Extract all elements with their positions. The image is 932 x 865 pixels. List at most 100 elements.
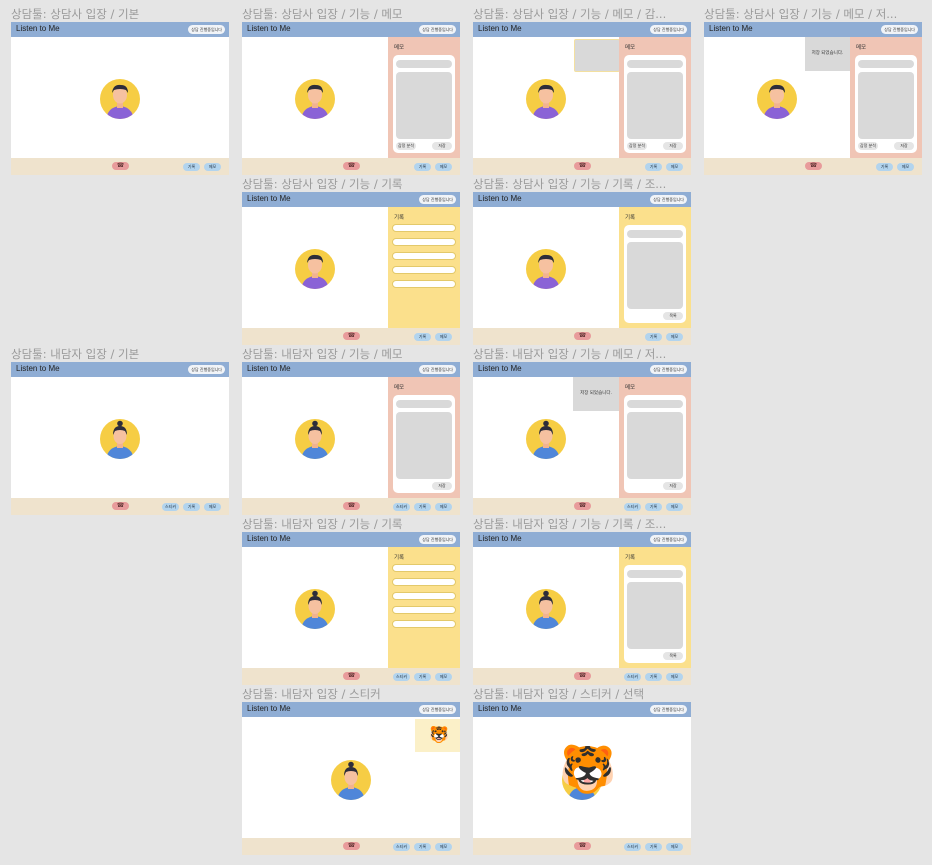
record-list-item[interactable] — [392, 620, 456, 628]
save-button[interactable]: 저장 — [894, 142, 914, 150]
memo-button[interactable]: 메모 — [666, 503, 683, 511]
memo-title-input[interactable] — [858, 60, 914, 68]
hangup-button[interactable]: ☎ — [112, 162, 129, 170]
bottom-toolbar: ☎ 기록 메모 — [11, 158, 229, 175]
hangup-button[interactable]: ☎ — [343, 672, 360, 680]
emotion-analysis-button[interactable]: 감정 분석 — [627, 142, 647, 150]
status-pill: 상담 진행중입니다 — [419, 535, 456, 544]
hangup-button[interactable]: ☎ — [343, 842, 360, 850]
record-list-item[interactable] — [392, 564, 456, 572]
counselor-avatar — [526, 249, 566, 289]
memo-title-input[interactable] — [396, 60, 452, 68]
save-button[interactable]: 저장 — [663, 142, 683, 150]
memo-body-input[interactable] — [396, 412, 452, 479]
record-list-item[interactable] — [392, 280, 456, 288]
record-button[interactable]: 기록 — [645, 843, 662, 851]
record-button[interactable]: 기록 — [876, 163, 893, 171]
record-list-item[interactable] — [392, 578, 456, 586]
memo-button[interactable]: 메모 — [666, 163, 683, 171]
memo-button[interactable]: 메모 — [435, 333, 452, 341]
memo-button[interactable]: 메모 — [435, 843, 452, 851]
memo-title: 메모 — [856, 45, 867, 51]
emotion-analysis-button[interactable]: 감정 분석 — [858, 142, 878, 150]
memo-title-input[interactable] — [627, 400, 683, 408]
memo-button[interactable]: 메모 — [666, 843, 683, 851]
record-button[interactable]: 기록 — [645, 503, 662, 511]
hangup-button[interactable]: ☎ — [343, 502, 360, 510]
memo-button[interactable]: 메모 — [204, 163, 221, 171]
frame-title: 상담툴: 상담사 입장 / 기능 / 기록 — [242, 177, 403, 191]
sticker-button[interactable]: 스티커 — [393, 843, 410, 851]
sticker-button[interactable]: 스티커 — [624, 503, 641, 511]
tiger-sticker-overlay-icon: 🐯 — [559, 742, 617, 796]
record-panel: 기록 — [388, 207, 460, 328]
memo-body-input[interactable] — [396, 72, 452, 139]
record-button[interactable]: 기록 — [414, 163, 431, 171]
memo-body-input[interactable] — [627, 412, 683, 479]
hangup-button[interactable]: ☎ — [574, 502, 591, 510]
save-button[interactable]: 저장 — [432, 482, 452, 490]
sticker-picker: 🐯 — [415, 719, 460, 752]
hangup-button[interactable]: ☎ — [343, 332, 360, 340]
hangup-button[interactable]: ☎ — [574, 842, 591, 850]
hangup-button[interactable]: ☎ — [574, 672, 591, 680]
memo-title: 메모 — [625, 45, 636, 51]
status-pill: 상담 진행중입니다 — [650, 535, 687, 544]
memo-button[interactable]: 메모 — [666, 673, 683, 681]
memo-button[interactable]: 메모 — [897, 163, 914, 171]
back-to-list-button[interactable]: 목록 — [663, 312, 683, 320]
memo-title-input[interactable] — [396, 400, 452, 408]
frame-title: 상담툴: 내담자 입장 / 스티커 — [242, 687, 381, 701]
saved-toast: 저장 되었습니다. — [573, 377, 619, 411]
record-button[interactable]: 기록 — [645, 333, 662, 341]
sticker-button[interactable]: 스티커 — [393, 673, 410, 681]
hangup-button[interactable]: ☎ — [574, 332, 591, 340]
app-title: Listen to Me — [16, 24, 60, 33]
hangup-button[interactable]: ☎ — [112, 502, 129, 510]
emotion-result-popup — [574, 39, 620, 72]
record-list-item[interactable] — [392, 252, 456, 260]
memo-button[interactable]: 메모 — [666, 333, 683, 341]
memo-title-input[interactable] — [627, 60, 683, 68]
client-sticker-selected-frame: Listen to Me 상담 진행중입니다 🐯 ☎ 스티커 기록 메모 — [473, 702, 691, 855]
sticker-button[interactable]: 스티커 — [624, 843, 641, 851]
sticker-button[interactable]: 스티커 — [162, 503, 179, 511]
sticker-button[interactable]: 스티커 — [624, 673, 641, 681]
record-button[interactable]: 기록 — [645, 673, 662, 681]
memo-button[interactable]: 메모 — [435, 673, 452, 681]
record-button[interactable]: 기록 — [183, 503, 200, 511]
hangup-button[interactable]: ☎ — [805, 162, 822, 170]
record-button[interactable]: 기록 — [414, 503, 431, 511]
hangup-button[interactable]: ☎ — [574, 162, 591, 170]
record-list-item[interactable] — [392, 592, 456, 600]
memo-body-input[interactable] — [858, 72, 914, 139]
record-button[interactable]: 기록 — [645, 163, 662, 171]
record-button[interactable]: 기록 — [414, 333, 431, 341]
memo-body-input[interactable] — [627, 72, 683, 139]
counselor-memo-frame: Listen to Me 상담 진행중입니다 메모 감정 분석 저장 ☎ 기록 메… — [242, 22, 460, 175]
counselor-avatar — [526, 79, 566, 119]
record-list-item[interactable] — [392, 224, 456, 232]
bottom-toolbar: ☎ 스티커 기록 메모 — [242, 668, 460, 685]
save-button[interactable]: 저장 — [663, 482, 683, 490]
memo-button[interactable]: 메모 — [204, 503, 221, 511]
back-to-list-button[interactable]: 목록 — [663, 652, 683, 660]
frame-title: 상담툴: 상담사 입장 / 기능 / 기록 / 조... — [473, 177, 667, 191]
record-list-item[interactable] — [392, 238, 456, 246]
record-button[interactable]: 기록 — [414, 843, 431, 851]
memo-button[interactable]: 메모 — [435, 163, 452, 171]
counselor-record-view-frame: Listen to Me 상담 진행중입니다 기록 목록 ☎ 기록 메모 — [473, 192, 691, 345]
memo-button[interactable]: 메모 — [435, 503, 452, 511]
hangup-button[interactable]: ☎ — [343, 162, 360, 170]
status-pill: 상담 진행중입니다 — [650, 705, 687, 714]
tiger-sticker-icon[interactable]: 🐯 — [429, 726, 449, 744]
record-button[interactable]: 기록 — [414, 673, 431, 681]
record-button[interactable]: 기록 — [183, 163, 200, 171]
client-sticker-frame: Listen to Me 상담 진행중입니다 🐯 ☎ 스티커 기록 메모 — [242, 702, 460, 855]
save-button[interactable]: 저장 — [432, 142, 452, 150]
emotion-analysis-button[interactable]: 감정 분석 — [396, 142, 416, 150]
record-list-item[interactable] — [392, 266, 456, 274]
record-list-item[interactable] — [392, 606, 456, 614]
memo-card: 저장 — [393, 395, 455, 493]
sticker-button[interactable]: 스티커 — [393, 503, 410, 511]
